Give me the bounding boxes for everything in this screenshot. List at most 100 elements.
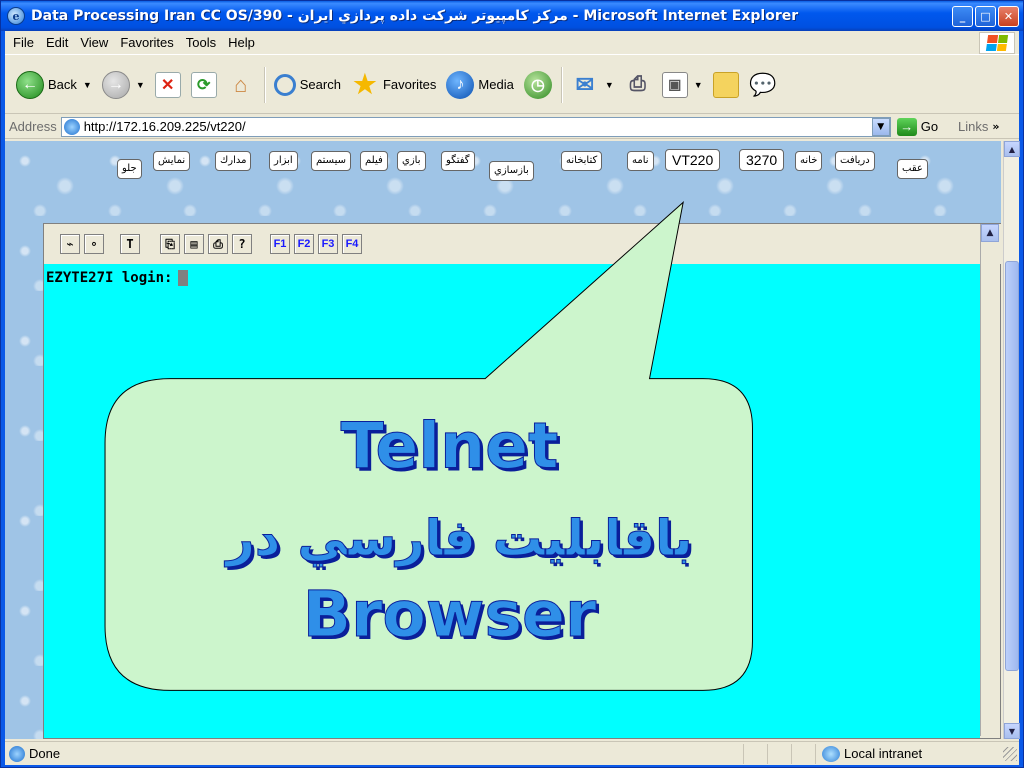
print-icon[interactable]: ⎙ bbox=[208, 234, 228, 254]
edit-icon: ▣ bbox=[661, 71, 688, 98]
terminal-scrollbar[interactable]: ▲ bbox=[980, 224, 1000, 736]
search-icon bbox=[273, 73, 296, 96]
paste-icon[interactable]: ▤ bbox=[184, 234, 204, 254]
resize-grip-icon[interactable] bbox=[1003, 746, 1017, 761]
mail-dropdown-icon[interactable]: ▼ bbox=[605, 80, 614, 90]
nav-system-button[interactable]: سيستم bbox=[311, 151, 351, 171]
scroll-up-arrow-icon[interactable]: ▲ bbox=[1004, 141, 1020, 157]
disconnect-icon[interactable]: ∘ bbox=[84, 234, 104, 254]
favorites-button[interactable]: ★ Favorites bbox=[346, 67, 441, 103]
security-zone[interactable]: Local intranet bbox=[815, 743, 1003, 764]
nav-documents-button[interactable]: مدارك bbox=[215, 151, 252, 171]
terminal-prompt-line: EZYTE27I login: bbox=[46, 270, 189, 286]
favorites-label: Favorites bbox=[382, 77, 437, 92]
messenger-icon: 💬 bbox=[748, 71, 777, 97]
forward-arrow-icon: → bbox=[101, 70, 130, 99]
address-input[interactable]: http://172.16.209.225/vt220/ ▼ bbox=[60, 116, 891, 137]
terminal-applet: ⌁ ∘ T ⎘ ▤ ⎙ ? F1 F2 F3 F4 EZYTE27I login… bbox=[43, 223, 1004, 739]
edit-button[interactable]: ▣ ▼ bbox=[657, 67, 708, 103]
menu-favorites[interactable]: Favorites bbox=[114, 35, 179, 50]
status-text: Done bbox=[29, 746, 61, 761]
nav-vt220-button[interactable]: VT220 bbox=[665, 149, 721, 171]
toolbar-separator bbox=[263, 66, 265, 103]
nav-home-button[interactable]: خانه bbox=[795, 151, 823, 171]
media-button[interactable]: ♪ Media bbox=[441, 67, 518, 103]
go-arrow-icon: → bbox=[896, 117, 917, 136]
nav-game-button[interactable]: بازي bbox=[397, 151, 426, 171]
minimize-button[interactable]: _ bbox=[952, 5, 973, 27]
forward-dropdown-icon[interactable]: ▼ bbox=[136, 80, 145, 90]
back-button[interactable]: ← Back ▼ bbox=[11, 67, 97, 103]
stop-icon: ✕ bbox=[154, 71, 181, 98]
links-label[interactable]: Links bbox=[958, 119, 988, 134]
messenger-button[interactable]: 💬 bbox=[744, 67, 782, 103]
menu-file[interactable]: File bbox=[7, 35, 40, 50]
menu-edit[interactable]: Edit bbox=[40, 35, 74, 50]
scroll-down-arrow-icon[interactable]: ▼ bbox=[1004, 723, 1020, 739]
scroll-up-arrow-icon[interactable]: ▲ bbox=[981, 224, 999, 242]
back-arrow-icon: ← bbox=[16, 70, 44, 99]
standard-toolbar: ← Back ▼ → ▼ ✕ ⟳ ⌂ Search ★ Favorites ♪ … bbox=[5, 56, 1019, 114]
mail-icon: ✉ bbox=[575, 71, 595, 97]
f4-key-button[interactable]: F4 bbox=[342, 234, 362, 254]
nav-display-button[interactable]: نمايش bbox=[153, 151, 191, 171]
close-button[interactable]: ✕ bbox=[998, 5, 1019, 27]
page-icon bbox=[63, 118, 80, 135]
address-dropdown-icon[interactable]: ▼ bbox=[871, 117, 890, 136]
links-chevron-icon[interactable]: » bbox=[992, 120, 999, 133]
windows-logo-icon bbox=[979, 32, 1015, 54]
nav-3270-button[interactable]: 3270 bbox=[739, 149, 785, 171]
mail-button[interactable]: ✉ ▼ bbox=[566, 67, 619, 103]
status-cell bbox=[767, 743, 791, 764]
connect-icon[interactable]: ⌁ bbox=[60, 234, 80, 254]
print-button[interactable]: ⎙ bbox=[619, 67, 657, 103]
menu-view[interactable]: View bbox=[74, 35, 114, 50]
address-label: Address bbox=[9, 119, 57, 134]
help-icon[interactable]: ? bbox=[232, 234, 252, 254]
forward-button[interactable]: → ▼ bbox=[97, 67, 150, 103]
nav-restore-button[interactable]: بازسازي bbox=[489, 161, 534, 181]
nav-chat-button[interactable]: گفتگو bbox=[441, 151, 475, 171]
nav-receive-button[interactable]: دریافت bbox=[835, 151, 875, 171]
search-button[interactable]: Search bbox=[269, 67, 346, 103]
address-bar: Address http://172.16.209.225/vt220/ ▼ →… bbox=[5, 115, 1019, 139]
nav-film-button[interactable]: فيلم bbox=[360, 151, 388, 171]
history-button[interactable]: ◷ bbox=[519, 67, 557, 103]
page-status-icon bbox=[9, 745, 25, 762]
status-bar: Done Local intranet bbox=[5, 741, 1019, 765]
text-cursor-icon[interactable]: T bbox=[120, 234, 140, 254]
refresh-button[interactable]: ⟳ bbox=[186, 67, 222, 103]
edit-dropdown-icon[interactable]: ▼ bbox=[694, 80, 703, 90]
folder-button[interactable] bbox=[708, 67, 744, 103]
title-bar[interactable]: e Data Processing Iran CC OS/390 - مرکز … bbox=[1, 1, 1023, 31]
media-icon: ♪ bbox=[446, 70, 475, 99]
back-dropdown-icon[interactable]: ▼ bbox=[83, 80, 92, 90]
go-button[interactable]: → Go bbox=[896, 117, 939, 136]
f1-key-button[interactable]: F1 bbox=[270, 234, 290, 254]
menu-help[interactable]: Help bbox=[222, 35, 261, 50]
menu-tools[interactable]: Tools bbox=[180, 35, 222, 50]
page-viewport: عقب دریافت خانه 3270 VT220 نامه کتابخانه… bbox=[5, 141, 1020, 739]
terminal-toolbar: ⌁ ∘ T ⎘ ▤ ⎙ ? F1 F2 F3 F4 bbox=[44, 224, 1004, 264]
toolbar-separator bbox=[560, 66, 562, 103]
f3-key-button[interactable]: F3 bbox=[318, 234, 338, 254]
copy-icon[interactable]: ⎘ bbox=[160, 234, 180, 254]
nav-forward-button[interactable]: جلو bbox=[117, 159, 142, 179]
nav-letter-button[interactable]: نامه bbox=[627, 151, 654, 171]
f2-key-button[interactable]: F2 bbox=[294, 234, 314, 254]
stop-button[interactable]: ✕ bbox=[150, 67, 186, 103]
address-url[interactable]: http://172.16.209.225/vt220/ bbox=[84, 119, 872, 134]
go-label: Go bbox=[920, 119, 939, 134]
home-icon: ⌂ bbox=[234, 71, 248, 97]
terminal-screen[interactable]: EZYTE27I login: bbox=[44, 264, 980, 738]
nav-back-button[interactable]: عقب bbox=[897, 159, 928, 179]
terminal-prompt-text: EZYTE27I login: bbox=[46, 270, 173, 286]
nav-library-button[interactable]: کتابخانه bbox=[561, 151, 603, 171]
zone-text: Local intranet bbox=[844, 746, 923, 761]
home-button[interactable]: ⌂ bbox=[222, 67, 260, 103]
nav-tools-button[interactable]: ابزار bbox=[269, 151, 298, 171]
scrollbar-thumb[interactable] bbox=[1005, 261, 1019, 671]
maximize-button[interactable]: □ bbox=[975, 5, 996, 27]
folder-icon bbox=[712, 71, 739, 98]
page-scrollbar[interactable]: ▲ ▼ bbox=[1003, 141, 1020, 739]
